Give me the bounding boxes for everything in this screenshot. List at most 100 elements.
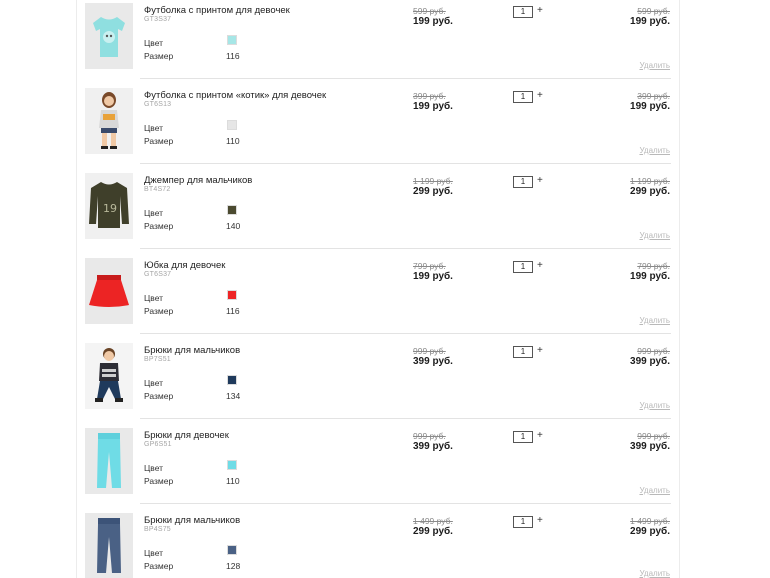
- size-value: 110: [226, 136, 240, 146]
- product-name[interactable]: Брюки для девочек: [144, 430, 229, 441]
- size-label: Размер: [144, 136, 174, 146]
- item-total: 199 руб.: [630, 101, 670, 112]
- jeans-boy-icon: [89, 515, 129, 577]
- increase-quantity-button[interactable]: +: [537, 175, 543, 186]
- price: 299 руб.: [413, 526, 453, 537]
- old-price: 1 199 руб.: [413, 176, 453, 186]
- product-image[interactable]: [85, 513, 133, 578]
- cart-item: Юбка для девочек GT6S37 Цвет Размер 116 …: [85, 258, 670, 343]
- price: 299 руб.: [413, 186, 453, 197]
- product-image[interactable]: [85, 343, 133, 409]
- size-label: Размер: [144, 391, 174, 401]
- quantity-input[interactable]: 1: [513, 516, 533, 528]
- price: 199 руб.: [413, 101, 453, 112]
- item-total: 399 руб.: [630, 356, 670, 367]
- product-image[interactable]: [85, 428, 133, 494]
- skirt-icon: [87, 271, 131, 311]
- increase-quantity-button[interactable]: +: [537, 90, 543, 101]
- increase-quantity-button[interactable]: +: [537, 430, 543, 441]
- old-price: 599 руб.: [413, 6, 446, 16]
- product-sku: BP4S75: [144, 526, 171, 533]
- delete-link[interactable]: Удалить: [639, 231, 670, 240]
- cart-item: Футболка с принтом «котик» для девочек G…: [85, 88, 670, 173]
- color-swatch: [227, 35, 237, 45]
- increase-quantity-button[interactable]: +: [537, 260, 543, 271]
- product-sku: GP6S51: [144, 441, 172, 448]
- product-name[interactable]: Брюки для мальчиков: [144, 345, 240, 356]
- color-label: Цвет: [144, 38, 164, 48]
- color-swatch: [227, 290, 237, 300]
- size-label: Размер: [144, 561, 174, 571]
- product-name[interactable]: Джемпер для мальчиков: [144, 175, 252, 186]
- size-value: 140: [226, 221, 241, 231]
- product-name[interactable]: Юбка для девочек: [144, 260, 225, 271]
- cart-page: Футболка с принтом для девочек GT3S37 Цв…: [0, 0, 770, 578]
- product-sku: BT4S72: [144, 186, 171, 193]
- old-price: 799 руб.: [413, 261, 446, 271]
- size-value: 128: [226, 561, 241, 571]
- delete-link[interactable]: Удалить: [639, 146, 670, 155]
- product-sku: GT3S37: [144, 16, 172, 23]
- increase-quantity-button[interactable]: +: [537, 5, 543, 16]
- product-name[interactable]: Брюки для мальчиков: [144, 515, 240, 526]
- cart-item: Брюки для мальчиков BP7S51 Цвет Размер 1…: [85, 343, 670, 428]
- color-swatch: [227, 375, 237, 385]
- product-image[interactable]: [85, 3, 133, 69]
- size-label: Размер: [144, 51, 174, 61]
- quantity-input[interactable]: 1: [513, 261, 533, 273]
- color-swatch: [227, 120, 237, 130]
- size-label: Размер: [144, 476, 174, 486]
- product-image[interactable]: [85, 258, 133, 324]
- size-value: 116: [226, 51, 240, 61]
- color-label: Цвет: [144, 208, 164, 218]
- color-swatch: [227, 460, 237, 470]
- color-label: Цвет: [144, 293, 164, 303]
- size-value: 134: [226, 391, 241, 401]
- boy-model-icon: [87, 345, 131, 407]
- quantity-input[interactable]: 1: [513, 6, 533, 18]
- old-total: 1 499 руб.: [630, 516, 670, 526]
- old-price: 399 руб.: [413, 91, 446, 101]
- item-total: 199 руб.: [630, 16, 670, 27]
- delete-link[interactable]: Удалить: [639, 401, 670, 410]
- increase-quantity-button[interactable]: +: [537, 515, 543, 526]
- cart-item: Футболка с принтом для девочек GT3S37 Цв…: [85, 3, 670, 88]
- delete-link[interactable]: Удалить: [639, 61, 670, 70]
- old-total: 799 руб.: [637, 261, 670, 271]
- item-total: 299 руб.: [630, 526, 670, 537]
- quantity-input[interactable]: 1: [513, 176, 533, 188]
- cart-item: Брюки для мальчиков BP4S75 Цвет Размер 1…: [85, 513, 670, 578]
- color-swatch: [227, 545, 237, 555]
- quantity-input[interactable]: 1: [513, 431, 533, 443]
- item-total: 199 руб.: [630, 271, 670, 282]
- product-sku: BP7S51: [144, 356, 171, 363]
- svg-text:19: 19: [103, 202, 117, 215]
- jumper-icon: 19: [87, 178, 131, 234]
- size-label: Размер: [144, 306, 174, 316]
- delete-link[interactable]: Удалить: [639, 569, 670, 578]
- increase-quantity-button[interactable]: +: [537, 345, 543, 356]
- old-price: 1 499 руб.: [413, 516, 453, 526]
- product-name[interactable]: Футболка с принтом «котик» для девочек: [144, 90, 326, 101]
- pants-girl-icon: [89, 430, 129, 492]
- girl-model-icon: [89, 90, 129, 152]
- old-total: 399 руб.: [637, 91, 670, 101]
- color-label: Цвет: [144, 378, 164, 388]
- price: 199 руб.: [413, 271, 453, 282]
- item-total: 299 руб.: [630, 186, 670, 197]
- tshirt-girl-icon: [89, 11, 129, 61]
- price: 399 руб.: [413, 356, 453, 367]
- quantity-input[interactable]: 1: [513, 346, 533, 358]
- delete-link[interactable]: Удалить: [639, 486, 670, 495]
- product-image[interactable]: [85, 88, 133, 154]
- quantity-input[interactable]: 1: [513, 91, 533, 103]
- price: 399 руб.: [413, 441, 453, 452]
- product-name[interactable]: Футболка с принтом для девочек: [144, 5, 290, 16]
- product-sku: GT6S37: [144, 271, 172, 278]
- old-price: 999 руб.: [413, 431, 446, 441]
- size-value: 116: [226, 306, 240, 316]
- old-price: 999 руб.: [413, 346, 446, 356]
- product-image[interactable]: 19: [85, 173, 133, 239]
- color-swatch: [227, 205, 237, 215]
- delete-link[interactable]: Удалить: [639, 316, 670, 325]
